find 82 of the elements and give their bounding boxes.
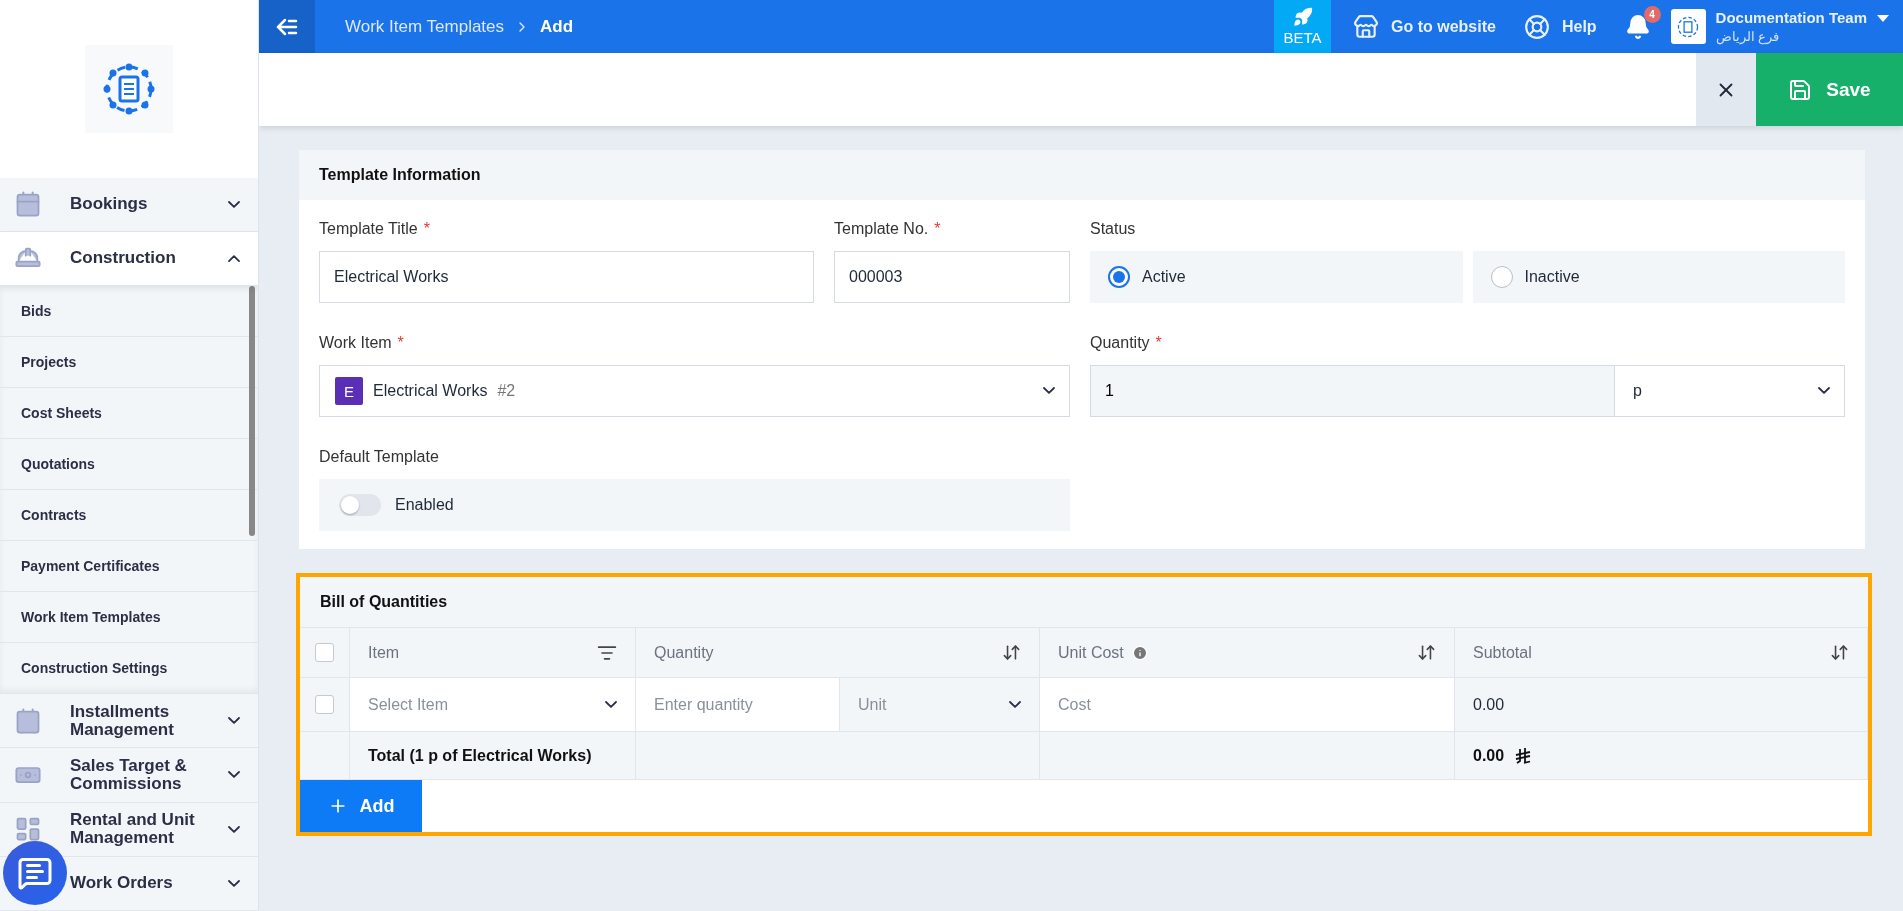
rocket-icon [1292,7,1313,27]
required-mark: * [397,334,404,352]
option-label: Active [1142,268,1186,286]
help-link[interactable]: Help [1517,13,1603,40]
quantity-field[interactable]: Enter quantity [654,695,821,714]
chevron-icon [1818,387,1830,395]
back-button[interactable] [259,0,315,53]
select-value: Electrical Works [373,382,488,400]
info-icon[interactable] [1131,644,1148,661]
option-label: Inactive [1524,268,1580,286]
breadcrumb-current: Add [540,16,574,37]
add-button[interactable]: Add [300,780,422,832]
store-icon [1353,13,1379,40]
breadcrumb-link[interactable]: Work Item Templates [345,16,505,37]
chevron-icon [228,879,240,887]
notification-badge: 4 [1643,5,1661,23]
sidebar-item[interactable]: Contracts [0,490,258,541]
required-mark: * [423,220,430,238]
card-title: Template Information [299,150,1865,200]
account-avatar [1670,9,1706,44]
chevron-icon [228,254,240,262]
field-label: Default Template [319,448,440,467]
checkbox[interactable] [315,643,334,662]
riyal-icon [1514,746,1533,765]
chevron-icon [228,200,240,208]
radio-button[interactable] [1490,266,1513,288]
template-title-field[interactable]: Electrical Works [319,251,814,303]
logo[interactable] [85,44,173,133]
unit-select[interactable]: p [1615,365,1845,417]
work-item-select[interactable]: E Electrical Works #2 [319,365,1070,417]
sort-icon[interactable] [1830,643,1849,662]
total-value: 0.00 [1473,746,1505,765]
sort-icon[interactable] [1417,643,1436,662]
chevron-icon [228,717,240,725]
website-link[interactable]: Go to website [1347,13,1502,40]
help-icon [1523,13,1550,40]
toggle-switch[interactable] [339,494,381,516]
sidebar-item[interactable]: Quotations [0,439,258,490]
sidebar-item[interactable]: Cost Sheets [0,388,258,439]
field-label: Template No. * [834,220,942,240]
collapse-icon [275,16,299,37]
chevron-icon [1009,700,1021,709]
field-label: Work Item * [319,334,405,354]
column-title: Item [368,643,400,662]
sidebar-item[interactable]: Work Item Templates [0,592,258,643]
cost-field[interactable]: Cost [1058,695,1436,714]
chat-icon [17,855,53,891]
chevron-icon [1043,387,1055,395]
field-label: Template Title * [319,220,431,240]
scroll-bar[interactable] [249,286,255,536]
calendar-icon [14,190,42,219]
required-mark: * [934,220,941,238]
quantity-field[interactable]: 1 [1090,365,1615,417]
column-title: Unit Cost [1058,643,1124,662]
card-title: Bill of Quantities [300,577,1868,627]
radio-button[interactable] [1108,266,1130,288]
status-option[interactable]: Inactive [1472,251,1845,303]
subtotal-cell: 0.00 [1455,677,1868,731]
sidebar-group[interactable]: Construction [0,231,258,286]
item-number: #2 [497,382,516,400]
total-label: Total (1 p of Electrical Works) [368,746,592,765]
notifications-button[interactable] [1624,13,1651,40]
checkbox[interactable] [315,695,334,714]
template-number-field[interactable]: 000003 [834,251,1070,303]
column-title: Quantity [654,643,714,662]
chevron-icon [605,700,617,709]
required-mark: * [1155,334,1162,352]
toggle-label: Enabled [395,496,454,514]
column-title: Subtotal [1473,643,1532,662]
sidebar-item[interactable]: Bids [0,286,258,337]
status-option[interactable]: Active [1090,251,1463,303]
chevron-icon [228,825,240,833]
chevron-icon [228,771,240,779]
save-icon [1788,77,1813,102]
caret-icon [1877,15,1889,23]
field-label: Status [1090,220,1137,239]
sort-icon[interactable] [1002,643,1021,662]
item-avatar: E [335,377,363,405]
sidebar-item[interactable]: Projects [0,337,258,388]
field-label: Quantity * [1090,334,1163,354]
bell-icon [1624,13,1651,40]
sidebar-item[interactable]: Payment Certificates [0,541,258,592]
